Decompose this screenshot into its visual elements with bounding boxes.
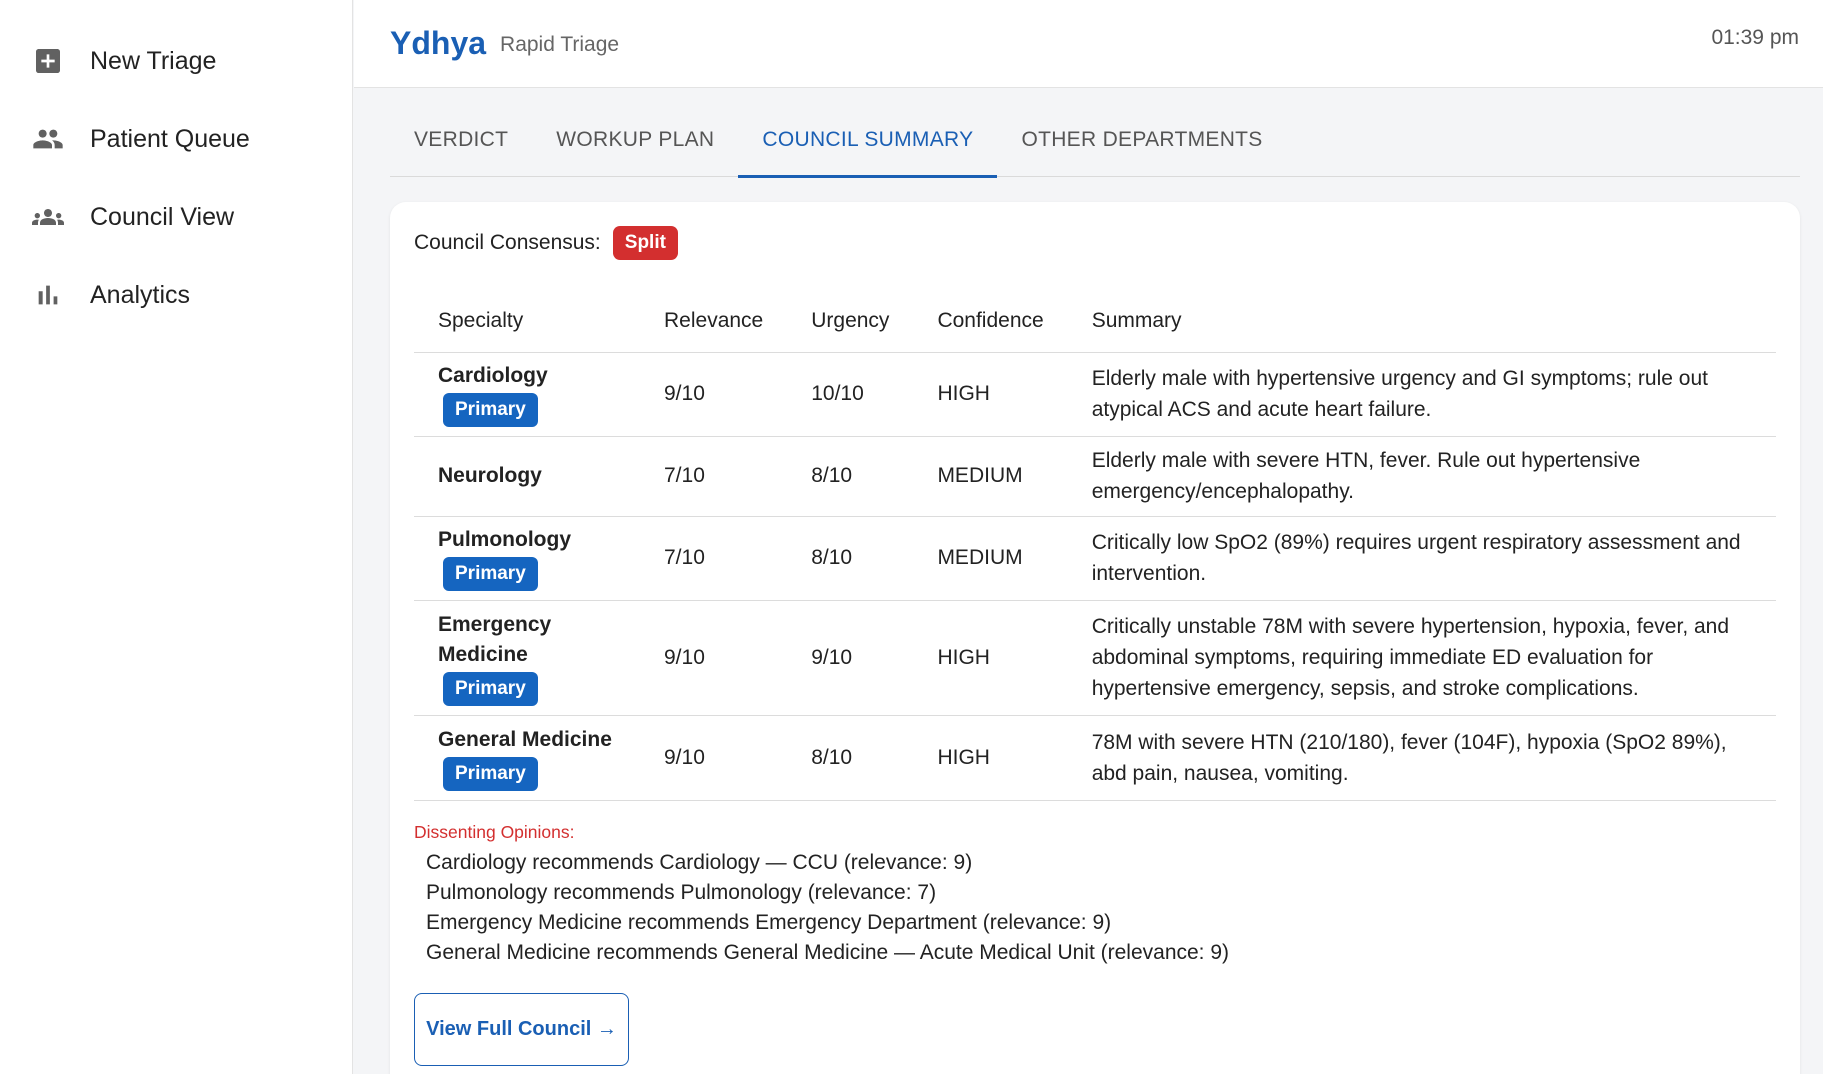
- sidebar-item-analytics[interactable]: Analytics: [0, 256, 352, 334]
- sidebar-item-label: Patient Queue: [90, 124, 250, 153]
- urgency-cell: 10/10: [787, 352, 914, 437]
- summary-cell: Elderly male with severe HTN, fever. Rul…: [1067, 436, 1776, 517]
- column-header-confidence[interactable]: Confidence: [913, 290, 1068, 353]
- specialty-cell: Pulmonology Primary: [414, 516, 640, 601]
- clock-time: 01:39 pm: [1711, 26, 1799, 49]
- sidebar-item-new-triage[interactable]: New Triage: [0, 22, 352, 100]
- confidence-cell: HIGH: [913, 352, 1068, 437]
- urgency-cell: 9/10: [787, 600, 914, 716]
- relevance-cell: 9/10: [640, 600, 788, 716]
- people-icon: [28, 119, 68, 159]
- table-row[interactable]: Cardiology Primary 9/10 10/10 HIGH Elder…: [414, 352, 1776, 437]
- relevance-cell: 7/10: [640, 516, 788, 601]
- app-brand: Ydhya: [390, 25, 487, 61]
- specialty-cell: Emergency Medicine Primary: [414, 600, 640, 716]
- tab-other-departments[interactable]: OTHER DEPARTMENTS: [997, 103, 1286, 177]
- tab-bar: VERDICT WORKUP PLAN COUNCIL SUMMARY OTHE…: [390, 103, 1800, 178]
- consensus-status-badge: Split: [612, 226, 678, 260]
- sidebar: New Triage Patient Queue Council View An…: [0, 0, 353, 1074]
- table-row[interactable]: Pulmonology Primary 7/10 8/10 MEDIUM Cri…: [414, 516, 1776, 601]
- list-item: Pulmonology recommends Pulmonology (rele…: [426, 881, 937, 904]
- specialty-cell: Neurology: [414, 436, 640, 517]
- specialty-name: Cardiology: [438, 364, 548, 387]
- tab-workup-plan[interactable]: WORKUP PLAN: [532, 103, 738, 177]
- sidebar-item-label: Council View: [90, 202, 235, 231]
- view-full-council-button[interactable]: View Full Council →: [414, 993, 629, 1066]
- app-subtitle: Rapid Triage: [500, 32, 620, 56]
- primary-badge: Primary: [443, 671, 538, 706]
- list-item: Emergency Medicine recommends Emergency …: [426, 911, 1112, 934]
- primary-badge: Primary: [443, 756, 538, 791]
- specialty-name: General Medicine: [438, 727, 612, 751]
- specialty-name: Emergency Medicine: [438, 612, 552, 666]
- tab-verdict[interactable]: VERDICT: [390, 103, 532, 177]
- relevance-cell: 9/10: [640, 352, 788, 437]
- column-header-summary[interactable]: Summary: [1067, 290, 1776, 353]
- table-row[interactable]: Emergency Medicine Primary 9/10 9/10 HIG…: [414, 600, 1776, 716]
- list-item: Cardiology recommends Cardiology — CCU (…: [426, 851, 973, 874]
- top-bar: Ydhya Rapid Triage 01:39 pm: [354, 0, 1823, 88]
- add-box-icon: [28, 41, 68, 81]
- council-summary-card: Council Consensus: Split Specialty Relev…: [390, 202, 1800, 1074]
- dissenting-opinions-title: Dissenting Opinions:: [414, 822, 575, 842]
- summary-cell: Critically low SpO2 (89%) requires urgen…: [1067, 516, 1776, 601]
- primary-badge: Primary: [443, 557, 538, 591]
- sidebar-item-patient-queue[interactable]: Patient Queue: [0, 100, 352, 178]
- confidence-cell: HIGH: [913, 715, 1068, 801]
- confidence-cell: HIGH: [913, 600, 1068, 716]
- primary-badge: Primary: [443, 393, 538, 427]
- groups-icon: [28, 197, 68, 237]
- specialty-cell: Cardiology Primary: [414, 352, 640, 437]
- sidebar-item-label: New Triage: [90, 46, 217, 75]
- sidebar-item-label: Analytics: [90, 280, 191, 309]
- dissenting-opinions-list: Cardiology recommends Cardiology — CCU (…: [426, 848, 1229, 968]
- column-header-relevance[interactable]: Relevance: [640, 290, 788, 353]
- column-header-urgency[interactable]: Urgency: [787, 290, 914, 353]
- summary-cell: Critically unstable 78M with severe hype…: [1067, 600, 1776, 716]
- consensus-row: Council Consensus: Split: [414, 226, 678, 260]
- table-header-row: Specialty Relevance Urgency Confidence S…: [414, 290, 1776, 353]
- relevance-cell: 9/10: [640, 715, 788, 801]
- urgency-cell: 8/10: [787, 436, 914, 517]
- urgency-cell: 8/10: [787, 715, 914, 801]
- tab-council-summary[interactable]: COUNCIL SUMMARY: [738, 103, 998, 178]
- table-row[interactable]: General Medicine Primary 9/10 8/10 HIGH …: [414, 715, 1776, 801]
- summary-cell: Elderly male with hypertensive urgency a…: [1067, 352, 1776, 437]
- consensus-label: Council Consensus:: [414, 231, 601, 254]
- list-item: General Medicine recommends General Medi…: [426, 941, 1230, 964]
- specialty-name: Pulmonology: [438, 528, 571, 551]
- specialty-name: Neurology: [438, 464, 542, 487]
- specialty-cell: General Medicine Primary: [414, 715, 640, 801]
- summary-cell: 78M with severe HTN (210/180), fever (10…: [1067, 715, 1776, 801]
- relevance-cell: 7/10: [640, 436, 788, 517]
- table-row[interactable]: Neurology 7/10 8/10 MEDIUM Elderly male …: [414, 436, 1776, 517]
- bar-chart-icon: [28, 275, 68, 315]
- sidebar-item-council-view[interactable]: Council View: [0, 178, 352, 256]
- confidence-cell: MEDIUM: [913, 516, 1068, 601]
- column-header-specialty[interactable]: Specialty: [414, 290, 640, 353]
- confidence-cell: MEDIUM: [913, 436, 1068, 517]
- council-table: Specialty Relevance Urgency Confidence S…: [414, 290, 1776, 801]
- urgency-cell: 8/10: [787, 516, 914, 601]
